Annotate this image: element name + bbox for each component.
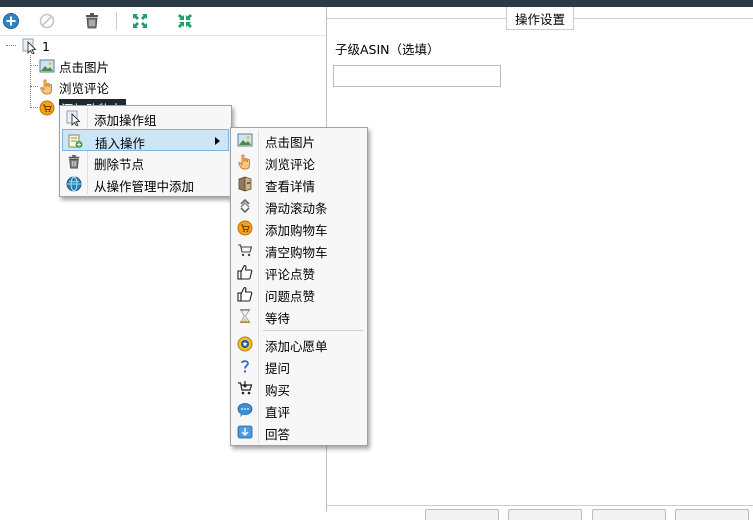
menu-item-delete-node[interactable]: 删除节点 [62, 151, 229, 173]
tree-connector [6, 45, 16, 46]
tree-connector [30, 107, 38, 108]
details-icon [238, 176, 252, 192]
tree-connector [30, 65, 38, 66]
collapse-icon [178, 14, 192, 28]
submenu-item-label: 浏览评论 [265, 157, 316, 172]
toolbar-separator [116, 12, 117, 30]
submenu-item-label: 点击图片 [265, 135, 316, 150]
bottom-button-2[interactable] [508, 509, 582, 520]
add-circle-icon [3, 13, 19, 29]
submenu-item-like-question[interactable]: 问题点赞 [233, 283, 365, 305]
submenu-item-label: 问题点赞 [265, 289, 316, 304]
bottom-button-3[interactable] [592, 509, 666, 520]
submenu-separator [263, 330, 363, 331]
submenu-item-answer[interactable]: 回答 [233, 421, 365, 443]
trash-icon [86, 13, 98, 29]
submenu-item-label: 添加心愿单 [265, 339, 328, 354]
submenu-item-label: 直评 [265, 405, 291, 420]
tree-node-label: 浏览评论 [59, 80, 110, 96]
tree-node-label: 点击图片 [59, 59, 110, 75]
submenu-item-label: 滑动滚动条 [265, 201, 328, 216]
picture-icon [237, 133, 253, 147]
window-top-bar [0, 0, 753, 7]
answer-icon [237, 425, 253, 439]
tree-node-browse-reviews[interactable]: 浏览评论 [39, 77, 109, 97]
add-cart-icon [237, 220, 253, 236]
globe-icon [66, 176, 82, 192]
expand-icon [133, 14, 147, 28]
submenu-item-like-review[interactable]: 评论点赞 [233, 261, 365, 283]
question-icon [241, 360, 249, 373]
wishlist-icon [237, 336, 253, 352]
thumbs-up-icon [237, 287, 253, 302]
insert-icon [68, 134, 83, 148]
cursor-icon [66, 110, 81, 126]
picture-icon [39, 59, 55, 73]
toolbar [0, 7, 326, 36]
submenu-item-ask-question[interactable]: 提问 [233, 355, 365, 377]
trash-icon [68, 155, 80, 169]
submenu-item-browse-reviews[interactable]: 浏览评论 [233, 151, 365, 173]
hourglass-icon [240, 309, 250, 323]
submenu-item-wait[interactable]: 等待 [233, 305, 365, 327]
buy-cart-icon [238, 381, 253, 395]
tree-node-click-image[interactable]: 点击图片 [39, 56, 109, 76]
submenu-item-label: 提问 [265, 361, 291, 376]
disabled-icon [39, 13, 55, 29]
delete-button[interactable] [81, 10, 103, 32]
submenu-item-click-image[interactable]: 点击图片 [233, 129, 365, 151]
submenu-item-label: 回答 [265, 427, 291, 442]
thumbs-up-icon [237, 265, 253, 280]
submenu-item-label: 清空购物车 [265, 245, 328, 260]
menu-item-insert-operation[interactable]: 插入操作 [62, 129, 229, 151]
submenu-item-buy[interactable]: 购买 [233, 377, 365, 399]
bottom-button-4[interactable] [675, 509, 749, 520]
child-asin-input[interactable] [333, 65, 501, 87]
disable-button[interactable] [36, 10, 58, 32]
menu-item-label: 删除节点 [94, 157, 145, 172]
submenu-arrow-icon [215, 137, 220, 145]
child-asin-label: 子级ASIN（选填） [335, 42, 440, 57]
submenu-item-label: 等待 [265, 311, 291, 326]
menu-item-label: 从操作管理中添加 [94, 179, 195, 194]
add-button[interactable] [0, 10, 22, 32]
empty-cart-icon [238, 244, 253, 257]
cursor-icon [22, 38, 37, 54]
context-menu: 添加操作组 插入操作 删除节点 从操作管理中添加 [59, 105, 232, 197]
menu-item-add-from-manager[interactable]: 从操作管理中添加 [62, 173, 229, 195]
hand-pointer-icon [40, 79, 52, 95]
collapse-all-button[interactable] [174, 10, 196, 32]
tree-root-node[interactable]: 1 [22, 36, 50, 56]
submenu-item-view-details[interactable]: 查看详情 [233, 173, 365, 195]
submenu-item-label: 查看详情 [265, 179, 316, 194]
comment-icon [237, 403, 253, 417]
settings-group-title: 操作设置 [506, 7, 574, 30]
submenu-item-label: 添加购物车 [265, 223, 328, 238]
insert-operation-submenu: 点击图片 浏览评论 查看详情 滑动滚动条 添加购物车 清空购物车 评论点赞 问题… [230, 127, 368, 446]
submenu-item-add-wishlist[interactable]: 添加心愿单 [233, 333, 365, 355]
submenu-item-add-cart[interactable]: 添加购物车 [233, 217, 365, 239]
add-cart-icon [39, 100, 55, 116]
tree-connector [30, 55, 31, 108]
menu-item-add-group[interactable]: 添加操作组 [62, 107, 229, 129]
submenu-item-label: 评论点赞 [265, 267, 316, 282]
submenu-item-scroll[interactable]: 滑动滚动条 [233, 195, 365, 217]
submenu-item-direct-review[interactable]: 直评 [233, 399, 365, 421]
submenu-item-label: 购买 [265, 383, 291, 398]
tree-root-label: 1 [42, 38, 50, 54]
scroll-icon [240, 198, 250, 214]
submenu-item-empty-cart[interactable]: 清空购物车 [233, 239, 365, 261]
settings-pane: 操作设置 子级ASIN（选填） [327, 7, 753, 520]
hand-pointer-icon [238, 154, 250, 170]
menu-item-label: 添加操作组 [94, 113, 157, 128]
tree-connector [30, 86, 38, 87]
menu-item-label: 插入操作 [95, 136, 146, 151]
bottom-button-1[interactable] [425, 509, 499, 520]
expand-all-button[interactable] [129, 10, 151, 32]
